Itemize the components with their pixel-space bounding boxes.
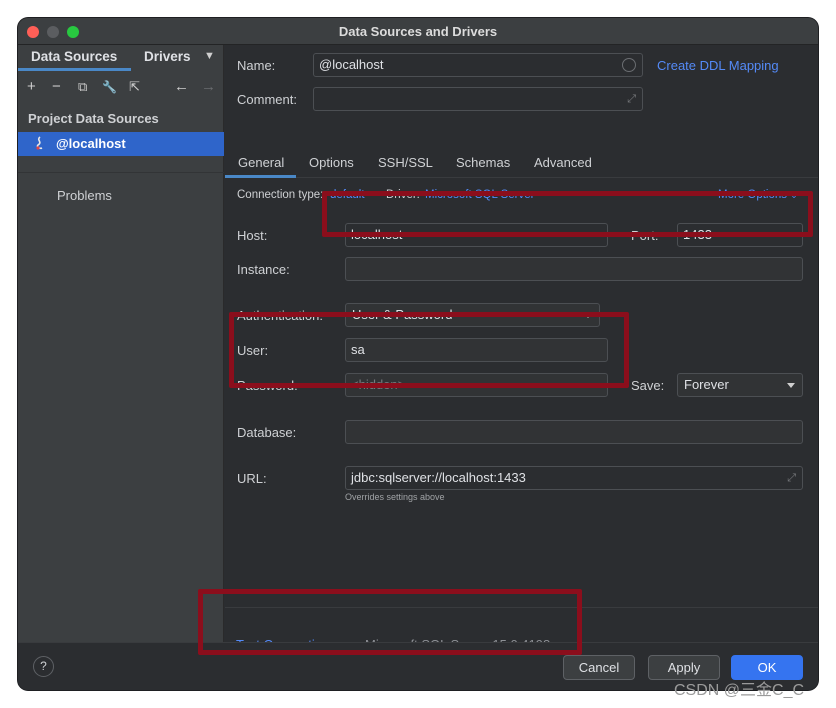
sql-server-icon <box>36 136 43 150</box>
tab-schemas[interactable]: Schemas <box>456 155 510 170</box>
title-bar: Data Sources and Drivers <box>18 18 818 45</box>
forward-arrow-icon[interactable]: → <box>201 77 216 97</box>
connection-type-label: Connection type: <box>237 189 324 201</box>
tab-drivers[interactable]: Drivers <box>144 49 191 64</box>
name-label: Name: <box>237 58 276 73</box>
remove-icon[interactable]: − <box>52 77 61 97</box>
instance-label: Instance: <box>237 262 290 277</box>
settings-tabs: General Options SSH/SSL Schemas Advanced <box>225 148 818 178</box>
highlight-box-test-connection <box>198 589 582 655</box>
expand-icon[interactable]: ⤢ <box>627 93 636 106</box>
data-source-label: @localhost <box>56 136 126 151</box>
host-label: Host: <box>237 228 268 243</box>
left-toolbar: + − ⧉ 🔧 ⇱ ← → <box>18 77 224 99</box>
save-value: Forever <box>684 377 729 392</box>
url-note: Overrides settings above <box>345 492 445 502</box>
name-value: @localhost <box>319 57 384 72</box>
window-title: Data Sources and Drivers <box>338 24 498 39</box>
url-value: jdbc:sqlserver://localhost:1433 <box>351 470 526 485</box>
instance-input[interactable] <box>345 257 803 281</box>
comment-input[interactable]: ⤢ <box>313 87 643 111</box>
back-arrow-icon[interactable]: ← <box>174 77 189 97</box>
tab-general[interactable]: General <box>238 155 284 170</box>
color-circle-icon[interactable] <box>622 58 636 72</box>
cancel-button[interactable]: Cancel <box>563 655 635 680</box>
watermark-text: CSDN @三金C_C <box>674 682 805 699</box>
highlight-box-host-port <box>322 191 813 237</box>
active-tab-indicator <box>18 68 131 71</box>
create-ddl-mapping-link[interactable]: Create DDL Mapping <box>657 58 779 73</box>
help-button[interactable]: ? <box>33 656 54 677</box>
database-label: Database: <box>237 425 297 440</box>
expand-icon[interactable]: ⤢ <box>787 472 796 485</box>
problems-item[interactable]: Problems <box>57 188 112 203</box>
url-input[interactable]: jdbc:sqlserver://localhost:1433 ⤢ <box>345 466 803 490</box>
tab-advanced[interactable]: Advanced <box>534 155 592 170</box>
tab-data-sources[interactable]: Data Sources <box>31 49 117 64</box>
copy-icon[interactable]: ⧉ <box>78 77 87 97</box>
chevron-down-icon[interactable]: ▼ <box>204 50 215 62</box>
active-tab-indicator <box>225 175 296 178</box>
name-input[interactable]: @localhost <box>313 53 643 77</box>
database-input[interactable] <box>345 420 803 444</box>
export-icon[interactable]: ⇱ <box>129 77 140 97</box>
chevron-down-icon <box>787 383 795 388</box>
wrench-icon[interactable]: 🔧 <box>102 77 117 97</box>
save-label: Save: <box>631 378 665 393</box>
comment-label: Comment: <box>237 92 297 107</box>
url-label: URL: <box>237 471 267 486</box>
save-select[interactable]: Forever <box>677 373 803 397</box>
tab-ssh-ssl[interactable]: SSH/SSL <box>378 155 433 170</box>
highlight-box-credentials <box>229 312 629 388</box>
left-panel: Data Sources Drivers ▼ + − ⧉ 🔧 ⇱ ← → Pro… <box>18 45 224 642</box>
data-source-item-localhost[interactable]: @localhost <box>18 132 224 156</box>
add-icon[interactable]: + <box>27 77 36 97</box>
tab-options[interactable]: Options <box>309 155 354 170</box>
section-title: Project Data Sources <box>28 111 159 126</box>
divider <box>18 172 224 173</box>
